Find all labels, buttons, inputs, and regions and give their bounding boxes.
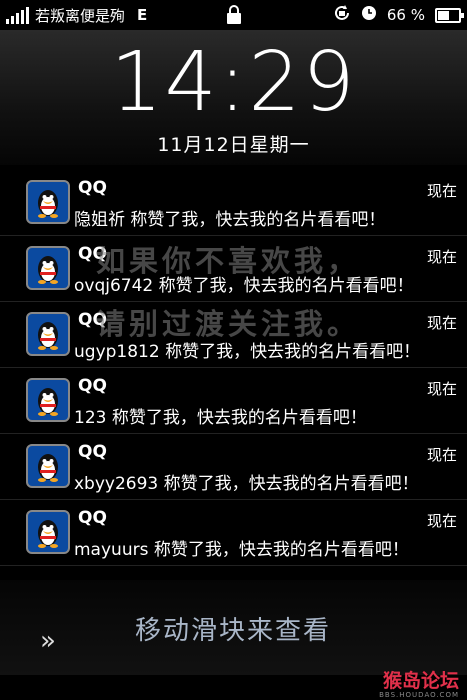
notification-time: 现在 [426,380,457,398]
notification-item[interactable]: QQ 现在 mayuurs 称赞了我，快去我的名片看看吧！ [0,500,467,566]
rotation-lock-icon [333,4,351,26]
notification-time: 现在 [426,182,457,200]
network-type: E [137,6,148,24]
notification-message: mayuurs 称赞了我，快去我的名片看看吧！ [74,540,409,560]
slide-to-unlock-bar[interactable]: » 移动滑块来查看 [0,580,467,675]
qq-penguin-icon [26,180,70,224]
battery-fill [438,10,449,20]
qq-penguin-icon [26,510,70,554]
qq-penguin-icon [26,312,70,356]
site-watermark-logo: 猴岛论坛 BBS.HOUDAO.COM [379,666,459,699]
clock-date: 11月12日星期一 [157,134,310,156]
wallpaper-text-line-1: 如果你不喜欢我， [96,244,361,278]
wallpaper-text-line-2: 请别过渡关注我。 [96,307,361,341]
site-url: BBS.HOUDAO.COM [379,691,459,699]
notification-item[interactable]: QQ 现在 123 称赞了我，快去我的名片看看吧！ [0,368,467,434]
notification-time: 现在 [426,512,457,530]
slider-arrow-icon[interactable]: » [40,626,56,656]
wallpaper-text-overlay: 如果你不喜欢我， 请别过渡关注我。 [96,230,396,356]
notification-app-name: QQ [78,376,107,396]
lock-icon [226,5,242,29]
lock-screen-clock-area: 14:29 11月12日星期一 [0,30,467,165]
notification-app-name: QQ [78,178,107,198]
notification-item[interactable]: QQ 现在 xbyy2693 称赞了我，快去我的名片看看吧！ [0,434,467,500]
qq-penguin-icon [26,444,70,488]
notification-message: 123 称赞了我，快去我的名片看看吧！ [74,408,367,428]
notification-message: 隐姐祈 称赞了我，快去我的名片看看吧！ [74,210,386,230]
notification-time: 现在 [426,314,457,332]
notification-time: 现在 [426,446,457,464]
notification-time: 现在 [426,248,457,266]
battery-icon [435,7,464,23]
notification-app-name: QQ [78,508,107,528]
notification-app-name: QQ [78,442,107,462]
qq-penguin-icon [26,246,70,290]
clock-time: 14:29 [110,35,357,130]
status-bar: 若叛离便是殉 E 66 % [0,0,467,30]
site-brand: 猴岛论坛 [382,670,459,692]
notification-item[interactable]: QQ 现在 隐姐祈 称赞了我，快去我的名片看看吧！ [0,170,467,236]
battery-percent: 66 % [386,6,425,24]
qq-penguin-icon [26,378,70,422]
notification-message: xbyy2693 称赞了我，快去我的名片看看吧！ [74,474,419,494]
signal-bars-icon [6,6,29,24]
alarm-clock-icon [361,5,377,25]
slide-to-view-label: 移动滑块来查看 [135,616,332,646]
carrier-name: 若叛离便是殉 [35,6,126,25]
